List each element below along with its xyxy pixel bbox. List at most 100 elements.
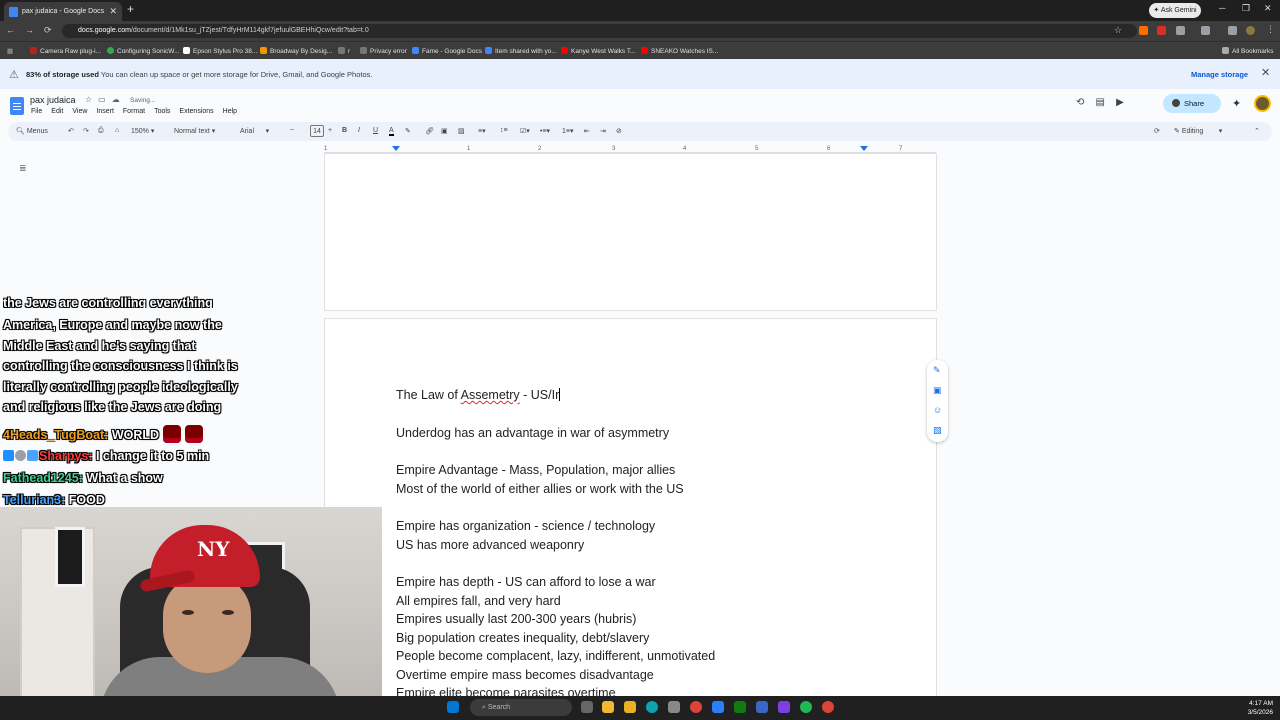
emoji-reaction-icon[interactable]: ☺ bbox=[933, 405, 942, 415]
bold-icon[interactable]: B bbox=[342, 127, 347, 134]
app-icon[interactable] bbox=[756, 701, 768, 713]
minimize-icon[interactable]: ─ bbox=[1219, 3, 1225, 13]
bookmark-item[interactable]: Configuring SonicW... bbox=[107, 47, 180, 55]
extensions-puzzle-icon[interactable] bbox=[1176, 26, 1185, 35]
bookmark-item[interactable]: r bbox=[338, 47, 350, 55]
widgets-icon[interactable] bbox=[602, 701, 614, 713]
menu-tools[interactable]: Tools bbox=[154, 108, 170, 115]
highlight-icon[interactable]: ✎ bbox=[405, 127, 411, 135]
right-indent-marker[interactable] bbox=[860, 146, 868, 151]
comments-icon[interactable]: ▤ bbox=[1096, 97, 1105, 108]
tab-close-icon[interactable]: ✕ bbox=[109, 2, 117, 21]
comment-icon[interactable]: ▣ bbox=[441, 127, 448, 135]
text-color-icon[interactable]: A bbox=[389, 127, 394, 136]
edge-icon[interactable] bbox=[646, 701, 658, 713]
align-icon[interactable]: ≡▾ bbox=[478, 127, 486, 135]
app-icon[interactable] bbox=[778, 701, 790, 713]
image-icon[interactable]: ▨ bbox=[458, 127, 465, 135]
ask-gemini-button[interactable]: ✦ Ask Gemini bbox=[1149, 3, 1201, 18]
restore-icon[interactable]: ❐ bbox=[1242, 3, 1250, 14]
chrome-icon[interactable] bbox=[822, 701, 834, 713]
extension-icon[interactable] bbox=[1139, 26, 1148, 35]
bookmark-item[interactable]: Camera Raw plug-i... bbox=[30, 47, 101, 55]
ruler[interactable]: 1 1 2 3 4 5 6 7 bbox=[324, 143, 936, 153]
bookmark-item[interactable]: Fame - Google Docs bbox=[412, 47, 482, 55]
new-tab-button[interactable]: + bbox=[127, 2, 134, 16]
share-button[interactable]: Share bbox=[1163, 94, 1221, 113]
link-icon[interactable]: 🔗︎ bbox=[425, 127, 434, 135]
taskbar-clock[interactable]: 4:17 AM 3/5/2026 bbox=[1237, 699, 1273, 717]
app-icon[interactable] bbox=[712, 701, 724, 713]
document-outline-icon[interactable]: ≣ bbox=[19, 163, 27, 174]
menu-extensions[interactable]: Extensions bbox=[179, 108, 213, 115]
file-explorer-icon[interactable] bbox=[624, 701, 636, 713]
document-title[interactable]: pax judaica bbox=[30, 95, 76, 105]
start-icon[interactable] bbox=[447, 701, 459, 713]
star-icon[interactable]: ☆ bbox=[1114, 25, 1123, 35]
menu-view[interactable]: View bbox=[72, 108, 87, 115]
editing-mode-select[interactable]: ✎ Editing ▾ bbox=[1174, 127, 1222, 135]
font-select[interactable]: Arial ▾ bbox=[240, 127, 269, 135]
all-bookmarks[interactable]: All Bookmarks bbox=[1222, 47, 1274, 55]
taskbar-search[interactable]: ⌕ Search bbox=[470, 699, 572, 716]
bookmark-item[interactable]: Item shared with yo... bbox=[485, 47, 557, 55]
edit-suggest-icon[interactable]: ✎ bbox=[933, 365, 941, 376]
add-comment-icon[interactable]: ▣ bbox=[933, 385, 942, 396]
menu-kebab-icon[interactable]: ⋮ bbox=[1266, 24, 1275, 34]
url-field[interactable]: docs.google.com/document/d/1Mk1su_jTZjes… bbox=[62, 24, 1137, 38]
suggest-icon[interactable]: ⟳ bbox=[1154, 127, 1160, 135]
browser-tab[interactable]: pax judaica - Google Docs ✕ bbox=[4, 2, 122, 21]
increase-font-icon[interactable]: + bbox=[328, 127, 332, 134]
gemini-icon[interactable]: ✦ bbox=[1232, 97, 1241, 110]
meet-icon[interactable]: ▶ bbox=[1116, 97, 1124, 108]
apps-grid-icon[interactable]: ▦ bbox=[7, 47, 13, 55]
version-history-icon[interactable]: ⟲ bbox=[1076, 97, 1084, 108]
sidepanel-icon[interactable] bbox=[1201, 26, 1210, 35]
menu-edit[interactable]: Edit bbox=[51, 108, 63, 115]
bookmark-item[interactable]: Kanye West Walks T... bbox=[561, 47, 636, 55]
bullet-list-icon[interactable]: •≡▾ bbox=[540, 127, 550, 135]
task-view-icon[interactable] bbox=[581, 701, 593, 713]
bookmark-item[interactable]: Epson Stylus Pro 38... bbox=[183, 47, 257, 55]
close-window-icon[interactable]: ✕ bbox=[1264, 3, 1272, 14]
bookmark-item[interactable]: Privacy error bbox=[360, 47, 407, 55]
menu-format[interactable]: Format bbox=[123, 108, 145, 115]
underline-icon[interactable]: U bbox=[373, 127, 378, 134]
font-size-input[interactable]: 14 bbox=[310, 125, 324, 137]
menu-help[interactable]: Help bbox=[223, 108, 237, 115]
decrease-font-icon[interactable]: − bbox=[290, 127, 294, 134]
paint-format-icon[interactable]: ⌂ bbox=[115, 127, 119, 134]
docs-logo-icon[interactable] bbox=[10, 97, 24, 115]
document-page-1[interactable] bbox=[324, 153, 937, 311]
italic-icon[interactable]: I bbox=[358, 127, 360, 134]
bookmark-item[interactable]: SNEAKO Watches IS... bbox=[641, 47, 718, 55]
checklist-icon[interactable]: ☑▾ bbox=[520, 127, 530, 135]
numbered-list-icon[interactable]: 1≡▾ bbox=[562, 127, 574, 135]
zoom-select[interactable]: 150% ▾ bbox=[131, 127, 154, 135]
chrome-icon[interactable] bbox=[690, 701, 702, 713]
close-banner-icon[interactable]: ✕ bbox=[1261, 66, 1270, 79]
store-icon[interactable] bbox=[668, 701, 680, 713]
print-icon[interactable]: ⎙ bbox=[98, 127, 104, 135]
profile-avatar[interactable] bbox=[1246, 26, 1255, 35]
decrease-indent-icon[interactable]: ⇤ bbox=[584, 127, 590, 135]
line-spacing-icon[interactable]: ↕≡ bbox=[500, 127, 508, 134]
clear-formatting-icon[interactable]: ⊘ bbox=[616, 127, 622, 135]
spotify-icon[interactable] bbox=[800, 701, 812, 713]
xbox-icon[interactable] bbox=[734, 701, 746, 713]
collapse-toolbar-icon[interactable]: ⌃ bbox=[1254, 127, 1260, 135]
redo-icon[interactable]: ↷ bbox=[83, 127, 89, 135]
search-menus[interactable]: 🔍︎ Menus bbox=[16, 127, 48, 135]
downloads-icon[interactable] bbox=[1228, 26, 1237, 35]
move-folder-icon[interactable]: ▭ bbox=[98, 95, 112, 104]
suggest-edits-icon[interactable]: ▧ bbox=[933, 425, 942, 436]
style-select[interactable]: Normal text ▾ bbox=[174, 127, 215, 135]
manage-storage-link[interactable]: Manage storage bbox=[1191, 70, 1248, 79]
menu-file[interactable]: File bbox=[31, 108, 42, 115]
indent-marker[interactable] bbox=[392, 146, 400, 151]
bookmark-item[interactable]: Broadway By Desig... bbox=[260, 47, 332, 55]
misspelled-word[interactable]: Assemetry bbox=[461, 388, 520, 402]
increase-indent-icon[interactable]: ⇥ bbox=[600, 127, 606, 135]
extension-icon[interactable] bbox=[1157, 26, 1166, 35]
undo-icon[interactable]: ↶ bbox=[68, 127, 74, 135]
